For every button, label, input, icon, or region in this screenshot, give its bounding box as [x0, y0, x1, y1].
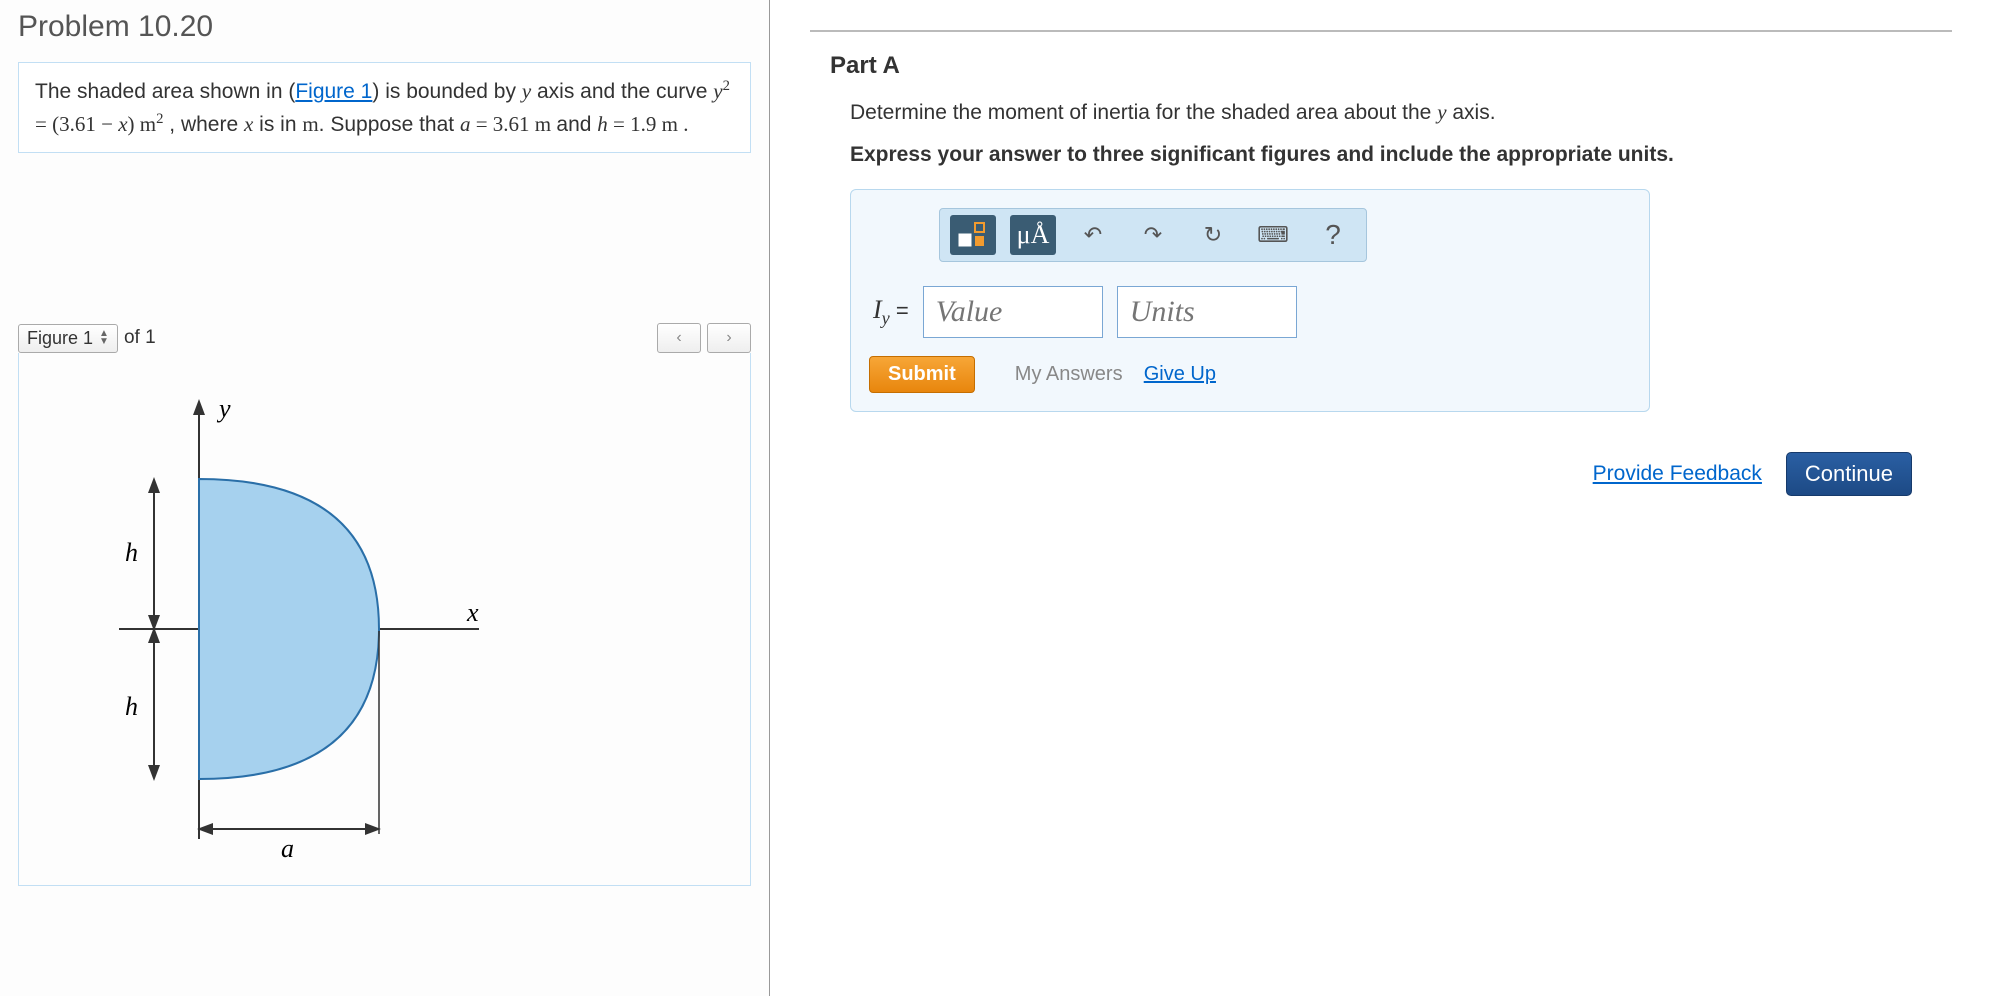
- statement-text: . Suppose that: [319, 113, 460, 136]
- submit-row: Submit My Answers Give Up: [869, 356, 1631, 393]
- fig-label-h1: h: [125, 538, 138, 567]
- question-post: axis.: [1447, 101, 1496, 124]
- a-val: = 3.61 m: [470, 112, 556, 136]
- figure-svg: y x h h a: [59, 369, 519, 869]
- give-up-link[interactable]: Give Up: [1144, 363, 1216, 385]
- help-icon: ?: [1325, 219, 1341, 251]
- var-a: a: [460, 112, 471, 136]
- templates-button[interactable]: [950, 215, 996, 255]
- redo-button[interactable]: ↷: [1130, 215, 1176, 255]
- footer-row: Provide Feedback Continue: [810, 452, 1912, 496]
- figure-next-button[interactable]: ›: [707, 323, 751, 353]
- fig-label-a: a: [281, 834, 294, 863]
- statement-text: is in: [253, 113, 302, 136]
- templates-icon: [958, 222, 988, 248]
- problem-statement: The shaded area shown in (Figure 1) is b…: [18, 62, 751, 153]
- figure-prev-button[interactable]: ‹: [657, 323, 701, 353]
- figure-nav-bar: Figure 1 ▲▼ of 1 ‹ ›: [18, 323, 751, 353]
- problem-title: Problem 10.20: [18, 10, 751, 44]
- provide-feedback-link[interactable]: Provide Feedback: [1593, 462, 1762, 486]
- statement-text: , where: [163, 113, 244, 136]
- help-button[interactable]: ?: [1310, 215, 1356, 255]
- var-h: h: [597, 112, 608, 136]
- statement-text: The shaded area shown in (: [35, 80, 295, 103]
- figure-link[interactable]: Figure 1: [295, 80, 372, 103]
- divider: [810, 30, 1952, 32]
- answer-row: Iy =: [869, 286, 1631, 338]
- h-val: = 1.9 m .: [608, 112, 689, 136]
- right-panel: Part A Determine the moment of inertia f…: [770, 0, 1992, 996]
- stepper-icon: ▲▼: [99, 330, 109, 346]
- part-title: Part A: [830, 52, 1952, 80]
- fig-label-x: x: [466, 598, 479, 627]
- value-input[interactable]: [923, 286, 1103, 338]
- question-var: y: [1437, 100, 1446, 124]
- symbols-button[interactable]: μÅ: [1010, 215, 1056, 255]
- var-y: y: [522, 79, 531, 103]
- unit-m: m: [302, 112, 318, 136]
- fig-label-y: y: [216, 394, 231, 423]
- my-answers-link[interactable]: My Answers: [1015, 363, 1123, 385]
- answer-label: Iy =: [869, 295, 909, 329]
- eq-rhs: ) m: [128, 112, 157, 136]
- eq-eq: = (3.61 −: [35, 112, 118, 136]
- statement-text: axis and the curve: [531, 80, 713, 103]
- answer-label-sub: y: [882, 308, 890, 328]
- reset-icon: ↻: [1204, 222, 1222, 248]
- undo-button[interactable]: ↶: [1070, 215, 1116, 255]
- reset-button[interactable]: ↻: [1190, 215, 1236, 255]
- fig-label-h2: h: [125, 692, 138, 721]
- question-pre: Determine the moment of inertia for the …: [850, 101, 1437, 124]
- var-x: x: [244, 112, 253, 136]
- figure-of-text: of 1: [124, 327, 156, 349]
- eq-x: x: [118, 112, 127, 136]
- statement-text: ) is bounded by: [372, 80, 521, 103]
- answer-label-I: I: [873, 295, 882, 324]
- undo-icon: ↶: [1084, 222, 1102, 248]
- input-toolbar: μÅ ↶ ↷ ↻ ⌨ ?: [939, 208, 1367, 262]
- figure-current: Figure 1: [27, 328, 93, 349]
- eq-exp: 2: [723, 78, 730, 94]
- figure-selector[interactable]: Figure 1 ▲▼: [18, 324, 118, 353]
- eq-lhs: y: [713, 79, 722, 103]
- keyboard-icon: ⌨: [1257, 222, 1289, 248]
- instruction-text: Express your answer to three significant…: [850, 143, 1952, 167]
- redo-icon: ↷: [1144, 222, 1162, 248]
- answer-card: μÅ ↶ ↷ ↻ ⌨ ? Iy = Submit My Answers: [850, 189, 1650, 412]
- continue-button[interactable]: Continue: [1786, 452, 1912, 496]
- submit-button[interactable]: Submit: [869, 356, 975, 393]
- figure-frame: y x h h a: [18, 353, 751, 886]
- chevron-right-icon: ›: [726, 329, 731, 347]
- left-panel: Problem 10.20 The shaded area shown in (…: [0, 0, 770, 996]
- statement-text: and: [556, 113, 597, 136]
- keyboard-button[interactable]: ⌨: [1250, 215, 1296, 255]
- question-text: Determine the moment of inertia for the …: [850, 100, 1952, 125]
- chevron-left-icon: ‹: [676, 329, 681, 347]
- units-input[interactable]: [1117, 286, 1297, 338]
- answer-equals: =: [890, 298, 909, 323]
